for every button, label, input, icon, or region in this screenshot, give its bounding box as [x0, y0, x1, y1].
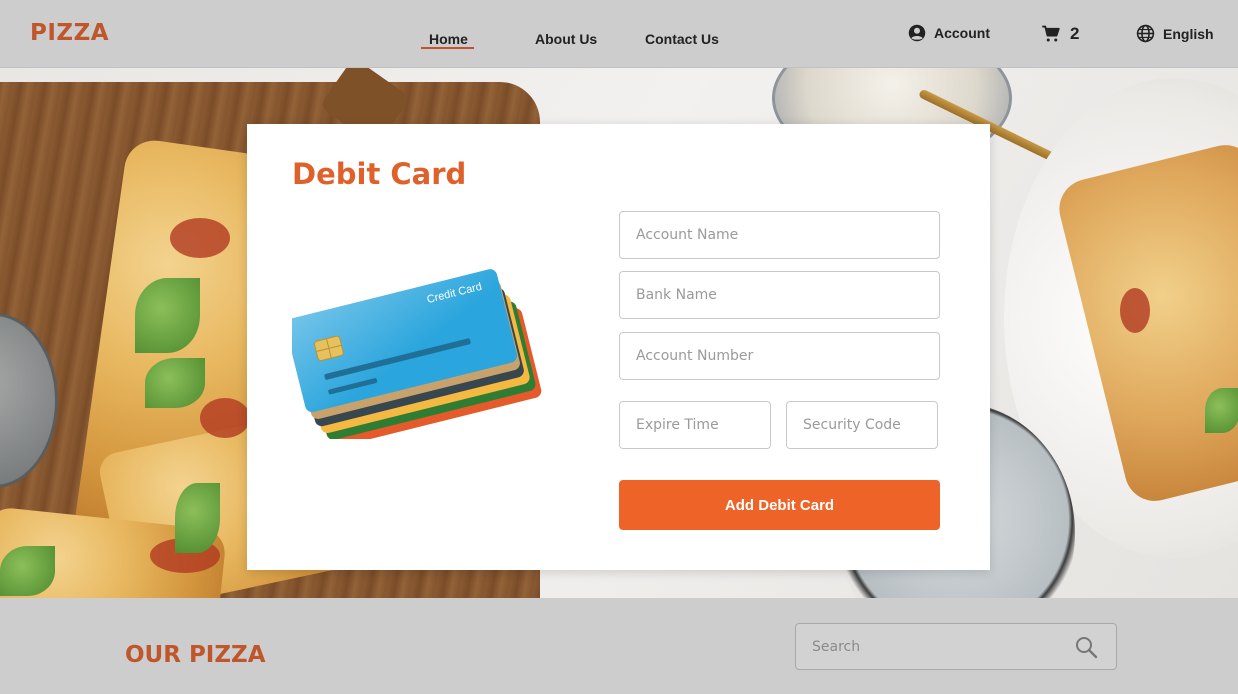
search-box — [795, 623, 1117, 670]
cart-count: 2 — [1070, 24, 1080, 43]
nav-active-indicator — [421, 47, 474, 49]
account-label: Account — [934, 25, 990, 41]
security-code-input[interactable] — [786, 401, 938, 449]
add-debit-card-button[interactable]: Add Debit Card — [619, 480, 940, 530]
header: PIZZA Home About Us Contact Us Account 2… — [0, 0, 1238, 68]
card-title: Debit Card — [292, 157, 467, 191]
language-label: English — [1163, 25, 1214, 42]
nav-about[interactable]: About Us — [535, 31, 597, 47]
search-input[interactable] — [812, 624, 1062, 669]
account-button[interactable]: Account — [908, 24, 990, 42]
logo[interactable]: PIZZA — [30, 20, 109, 46]
basil-leaf — [0, 546, 55, 596]
debit-card-form: Debit Card Credit Card Add Debit — [247, 124, 990, 570]
basil-leaf — [145, 358, 205, 408]
basil-leaf — [135, 278, 200, 353]
section-title: OUR PIZZA — [125, 642, 266, 668]
sauce-spot — [170, 218, 230, 258]
expire-time-input[interactable] — [619, 401, 771, 449]
account-name-input[interactable] — [619, 211, 940, 259]
nav-contact[interactable]: Contact Us — [645, 31, 719, 47]
globe-icon — [1136, 24, 1155, 43]
cart-button[interactable]: 2 — [1041, 24, 1079, 44]
sauce-spot — [1120, 288, 1150, 333]
basil-leaf — [175, 483, 220, 553]
shopping-cart-icon — [1042, 25, 1060, 42]
our-pizza-section: OUR PIZZA — [0, 598, 1238, 694]
basil-leaf — [1205, 388, 1238, 433]
bank-name-input[interactable] — [619, 271, 940, 319]
language-selector[interactable]: English — [1136, 24, 1214, 43]
credit-card-stack-illustration: Credit Card — [292, 269, 542, 439]
search-icon[interactable] — [1074, 635, 1098, 659]
account-circle-icon — [908, 24, 926, 42]
sauce-spot — [200, 398, 250, 438]
nav-home[interactable]: Home — [429, 31, 468, 47]
account-number-input[interactable] — [619, 332, 940, 380]
